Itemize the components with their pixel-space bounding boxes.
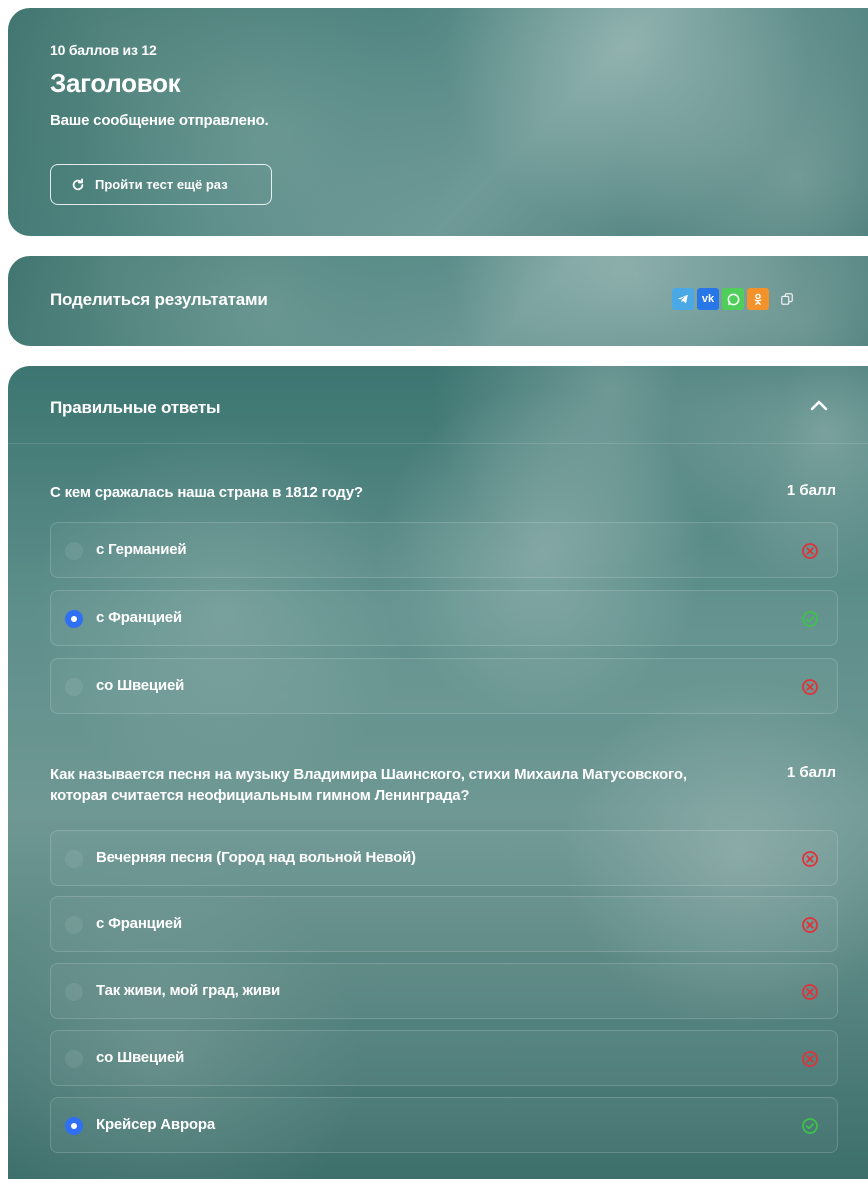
cross-circle-icon <box>801 542 819 560</box>
answer-option[interactable]: Вечерняя песня (Город над вольной Невой) <box>50 830 838 886</box>
result-message: Ваше сообщение отправлено. <box>50 112 269 129</box>
cross-circle-icon <box>801 916 819 934</box>
answer-option[interactable]: с Германией <box>50 522 838 578</box>
answers-title: Правильные ответы <box>50 398 221 417</box>
copy-icon[interactable] <box>780 292 794 306</box>
radio-button[interactable] <box>65 916 83 934</box>
answer-label: со Швецией <box>96 1049 185 1066</box>
cross-circle-icon <box>801 678 819 696</box>
check-circle-icon <box>801 1117 819 1135</box>
answer-label: с Францией <box>96 915 182 932</box>
retry-label: Пройти тест ещё раз <box>95 177 228 192</box>
retry-button[interactable]: Пройти тест ещё раз <box>50 164 272 205</box>
radio-button-selected[interactable] <box>65 1117 83 1135</box>
answer-option[interactable]: с Францией <box>50 590 838 646</box>
refresh-icon <box>71 177 85 192</box>
result-card: 10 баллов из 12 Заголовок Ваше сообщение… <box>8 8 868 236</box>
vk-label: vk <box>701 293 715 305</box>
question-1: С кем сражалась наша страна в 1812 году?… <box>50 482 840 503</box>
answer-option[interactable]: со Швецией <box>50 658 838 714</box>
chevron-up-icon[interactable] <box>808 396 830 414</box>
question-text: Как называется песня на музыку Владимира… <box>50 766 687 804</box>
answer-option[interactable]: Так живи, мой град, живи <box>50 963 838 1019</box>
result-title: Заголовок <box>50 68 181 98</box>
cross-circle-icon <box>801 983 819 1001</box>
radio-button-selected[interactable] <box>65 610 83 628</box>
answer-label: Вечерняя песня (Город над вольной Невой) <box>96 849 416 866</box>
share-card: Поделиться результатами vk <box>8 256 868 346</box>
answer-label: с Францией <box>96 609 182 626</box>
cross-circle-icon <box>801 1050 819 1068</box>
radio-button[interactable] <box>65 850 83 868</box>
answer-label: со Швецией <box>96 677 185 694</box>
answers-header[interactable]: Правильные ответы <box>8 366 868 444</box>
answer-option[interactable]: со Швецией <box>50 1030 838 1086</box>
question-points: 1 балл <box>786 482 836 499</box>
answer-option[interactable]: с Францией <box>50 896 838 952</box>
odnoklassniki-icon[interactable] <box>747 288 769 310</box>
answer-label: Крейсер Аврора <box>96 1116 215 1133</box>
radio-button[interactable] <box>65 1050 83 1068</box>
question-2: Как называется песня на музыку Владимира… <box>50 764 840 806</box>
answer-label: Так живи, мой град, живи <box>96 982 280 999</box>
telegram-icon[interactable] <box>672 288 694 310</box>
cross-circle-icon <box>801 850 819 868</box>
check-circle-icon <box>801 610 819 628</box>
whatsapp-icon[interactable] <box>722 288 744 310</box>
radio-button[interactable] <box>65 678 83 696</box>
vk-icon[interactable]: vk <box>697 288 719 310</box>
share-icons: vk <box>672 288 794 310</box>
radio-button[interactable] <box>65 983 83 1001</box>
answers-card: Правильные ответы С кем сражалась наша с… <box>8 366 868 1179</box>
share-title: Поделиться результатами <box>50 290 268 309</box>
question-points: 1 балл <box>786 764 836 781</box>
question-text: С кем сражалась наша страна в 1812 году? <box>50 484 363 501</box>
answer-label: с Германией <box>96 541 187 558</box>
score-text: 10 баллов из 12 <box>50 42 157 58</box>
radio-button[interactable] <box>65 542 83 560</box>
answer-option[interactable]: Крейсер Аврора <box>50 1097 838 1153</box>
